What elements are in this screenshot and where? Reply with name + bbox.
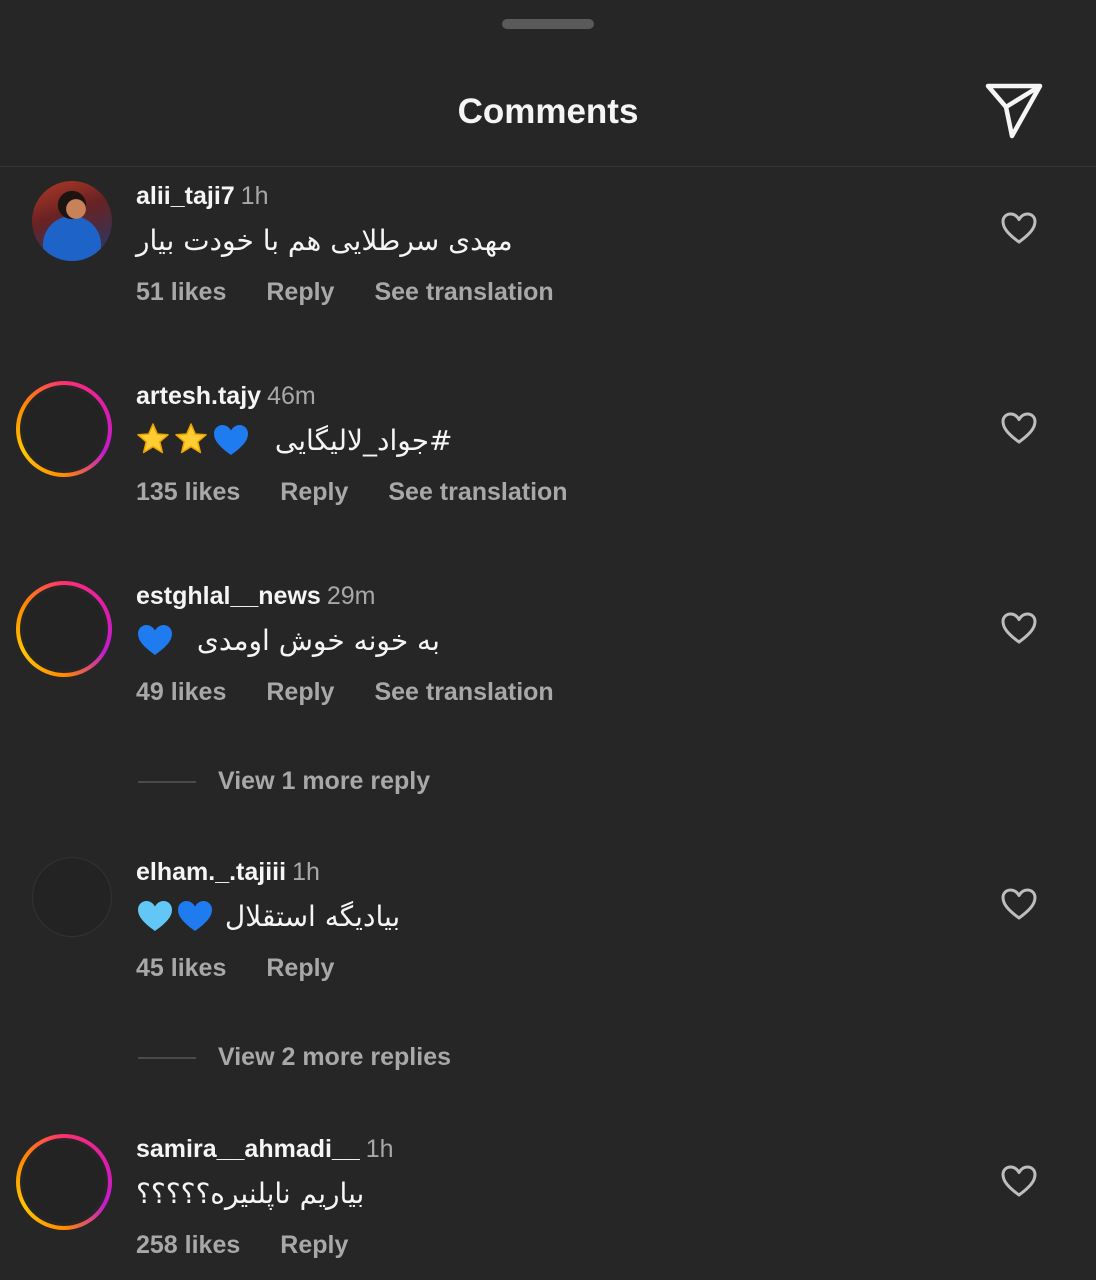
comment-text: به خونه خوش اومدی: [136, 621, 440, 661]
comment-item: artesh.tajy 46m #جواد_لالیگایی 135 likes R…: [0, 381, 1096, 511]
comment-time: 1h: [365, 1135, 394, 1163]
comment-time: 46m: [267, 382, 316, 410]
avatar[interactable]: [16, 581, 112, 677]
comment-actions: 51 likes Reply See translation: [136, 277, 594, 307]
comment-text-body: بیادیگه استقلال: [224, 900, 401, 933]
comment-text: بیاریم ناپلنیره؟؟؟؟؟: [136, 1174, 364, 1214]
heart-icon[interactable]: [1000, 611, 1038, 645]
comment-meta: samira__ahmadi__ 1h: [136, 1134, 394, 1164]
heart-icon[interactable]: [1000, 887, 1038, 921]
view-replies-button[interactable]: View 2 more replies: [136, 1042, 736, 1072]
comment-time: 1h: [292, 858, 320, 886]
heart-icon[interactable]: [1000, 211, 1038, 245]
comment-meta: estghlal__news 29m: [136, 581, 375, 611]
likes-count[interactable]: 49 likes: [136, 678, 226, 706]
blue-heart-emoji-icon: [214, 425, 248, 455]
likes-count[interactable]: 45 likes: [136, 954, 226, 982]
reply-button[interactable]: Reply: [266, 278, 334, 306]
comment-item: estghlal__news 29m به خونه خوش اومدی 49 l…: [0, 581, 1096, 711]
sheet-grabber[interactable]: [502, 19, 594, 29]
comment-item: samira__ahmadi__ 1h بیاریم ناپلنیره؟؟؟؟؟ …: [0, 1134, 1096, 1264]
reply-button[interactable]: Reply: [266, 954, 334, 982]
comment-username[interactable]: elham._.tajiii: [136, 858, 286, 886]
star-emoji-icon: [137, 423, 169, 454]
comment-text-body: بیاریم ناپلنیره؟؟؟؟؟: [136, 1177, 365, 1210]
comment-username[interactable]: artesh.tajy: [136, 382, 261, 410]
replies-divider: [138, 781, 196, 783]
reply-button[interactable]: Reply: [266, 678, 334, 706]
comment-text: #جواد_لالیگایی: [136, 421, 452, 461]
comment-meta: alii_taji7 1h: [136, 181, 268, 211]
comment-text: بیادیگه استقلال: [136, 897, 400, 937]
comment-actions: 258 likes Reply: [136, 1230, 388, 1260]
comment-username[interactable]: alii_taji7: [136, 182, 235, 210]
avatar[interactable]: [32, 857, 112, 937]
likes-count[interactable]: 258 likes: [136, 1231, 240, 1259]
star-emoji-icon: [175, 423, 207, 454]
comment-time: 29m: [326, 582, 376, 610]
comments-sheet: Comments alii_taji7 1h مهدی سرطلایی هم با…: [0, 0, 1096, 1280]
replies-divider: [138, 1057, 196, 1059]
comment-actions: 135 likes Reply See translation: [136, 477, 608, 507]
comment-item: alii_taji7 1h مهدی سرطلایی هم با خودت بیا…: [0, 181, 1096, 311]
comment-text-body: مهدی سرطلایی هم با خودت بیار: [136, 224, 513, 257]
likes-count[interactable]: 135 likes: [136, 478, 240, 506]
comment-item: elham._.tajiii 1h بیادیگه استقلال 45 like…: [0, 857, 1096, 987]
comment-text: مهدی سرطلایی هم با خودت بیار: [136, 221, 513, 261]
comment-meta: elham._.tajiii 1h: [136, 857, 320, 887]
comment-meta: artesh.tajy 46m: [136, 381, 316, 411]
comment-username[interactable]: samira__ahmadi__: [136, 1135, 360, 1163]
avatar[interactable]: [32, 181, 112, 261]
reply-button[interactable]: Reply: [280, 478, 348, 506]
heart-icon[interactable]: [1000, 411, 1038, 445]
view-replies-label: View 2 more replies: [218, 1043, 451, 1071]
blue-heart-emoji-icon: [178, 901, 212, 931]
light-blue-heart-emoji-icon: [138, 901, 172, 931]
comment-time: 1h: [240, 182, 269, 210]
view-replies-label: View 1 more reply: [218, 767, 431, 795]
page-title: Comments: [457, 92, 639, 131]
reply-button[interactable]: Reply: [280, 1231, 348, 1259]
comment-actions: 49 likes Reply See translation: [136, 677, 594, 707]
avatar[interactable]: [16, 381, 112, 477]
see-translation-button[interactable]: See translation: [374, 678, 553, 706]
likes-count[interactable]: 51 likes: [136, 278, 226, 306]
comment-username[interactable]: estghlal__news: [136, 582, 321, 610]
heart-icon[interactable]: [1000, 1164, 1038, 1198]
comment-text-body: #جواد_لالیگایی: [274, 424, 453, 457]
comment-text-body: به خونه خوش اومدی: [196, 624, 440, 657]
comments-header: Comments: [0, 60, 1096, 167]
blue-heart-emoji-icon: [138, 625, 172, 655]
view-replies-button[interactable]: View 1 more reply: [136, 766, 736, 796]
avatar[interactable]: [16, 1134, 112, 1230]
see-translation-button[interactable]: See translation: [388, 478, 567, 506]
see-translation-button[interactable]: See translation: [374, 278, 553, 306]
comment-actions: 45 likes Reply: [136, 953, 374, 983]
paper-plane-icon[interactable]: [982, 82, 1046, 140]
